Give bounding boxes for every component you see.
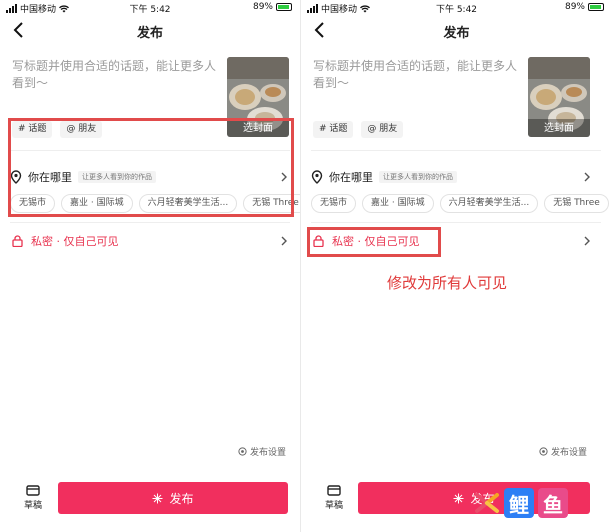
topic-chip[interactable]: # 话题 [313, 121, 354, 138]
privacy-label: 私密 · 仅自己可见 [31, 235, 119, 248]
chevron-right-icon [584, 172, 590, 182]
publish-button[interactable]: 发布 [58, 482, 288, 514]
highlight-box-privacy [307, 227, 441, 257]
caption-input[interactable]: 写标题并使用合适的话题，能让更多人看到～ [313, 58, 523, 92]
privacy-row[interactable]: 私密 · 仅自己可见 [12, 233, 119, 249]
annotation-text: 修改为所有人可见 [387, 274, 508, 292]
battery-percent: 89% [564, 2, 585, 12]
watermark-logo: 鲤 鱼 [474, 488, 568, 518]
location-label: 你在哪里 [329, 171, 373, 184]
drafts-label: 草稿 [23, 501, 42, 511]
location-row[interactable]: 你在哪里 让更多人看到你的作品 [311, 168, 457, 186]
caption-input[interactable]: 写标题并使用合适的话题，能让更多人看到～ [12, 58, 222, 92]
drafts-button[interactable]: 草稿 [18, 484, 48, 511]
chevron-right-icon [281, 236, 287, 246]
drafts-label: 草稿 [324, 501, 343, 511]
divider [311, 150, 601, 151]
divider [10, 222, 290, 223]
place-chip[interactable]: 嘉业 · 国际城 [362, 194, 434, 213]
nav-bar: 发布 [0, 16, 300, 44]
status-bar: 中国移动 下午 5:42 89% [0, 0, 300, 16]
sparkle-icon [152, 493, 163, 503]
friend-chip[interactable]: @ 朋友 [361, 121, 404, 138]
page-title: 发布 [443, 26, 470, 41]
settings-icon [238, 447, 247, 456]
drafts-icon [327, 485, 341, 496]
drafts-button[interactable]: 草稿 [319, 484, 349, 511]
place-chip[interactable]: 六月轻奢美学生活... [439, 194, 539, 213]
watermark-glyph: 鱼 [538, 488, 568, 518]
publish-settings-label: 发布设置 [551, 448, 588, 458]
publish-settings-label: 发布设置 [250, 448, 287, 458]
place-chip[interactable]: 无锡市 [311, 194, 357, 213]
location-hint: 让更多人看到你的作品 [379, 171, 457, 183]
fish-logo-icon [475, 493, 499, 513]
place-suggestions: 无锡市 嘉业 · 国际城 六月轻奢美学生活... 无锡 Three [311, 194, 609, 213]
nav-bar: 发布 [301, 16, 612, 44]
publish-label: 发布 [169, 491, 194, 506]
choose-cover-label: 选封面 [544, 123, 574, 134]
lock-icon [12, 235, 23, 247]
battery-icon [276, 3, 292, 11]
battery-icon [588, 3, 604, 11]
location-pin-icon [311, 170, 323, 184]
chevron-right-icon [584, 236, 590, 246]
settings-icon [539, 447, 548, 456]
cover-thumbnail[interactable]: 选封面 [528, 57, 590, 137]
drafts-icon [26, 485, 40, 496]
publish-settings[interactable]: 发布设置 [238, 445, 286, 458]
watermark-glyph: 鲤 [504, 488, 534, 518]
highlight-box-location [8, 118, 294, 217]
page-title: 发布 [136, 26, 163, 41]
status-bar: 中国移动 下午 5:42 89% [301, 0, 612, 16]
phone-screen-after: 中国移动 下午 5:42 89% 发布 写标题并使用合适的话题，能让更多人看到～… [301, 0, 612, 532]
sparkle-icon [453, 493, 464, 503]
phone-screen-before: 中国移动 下午 5:42 89% 发布 写标题并使用合适的话题，能让更多人看到～… [0, 0, 300, 532]
battery-percent: 89% [252, 2, 273, 12]
place-chip[interactable]: 无锡 Three [544, 194, 609, 213]
divider [311, 222, 601, 223]
publish-settings[interactable]: 发布设置 [539, 445, 587, 458]
